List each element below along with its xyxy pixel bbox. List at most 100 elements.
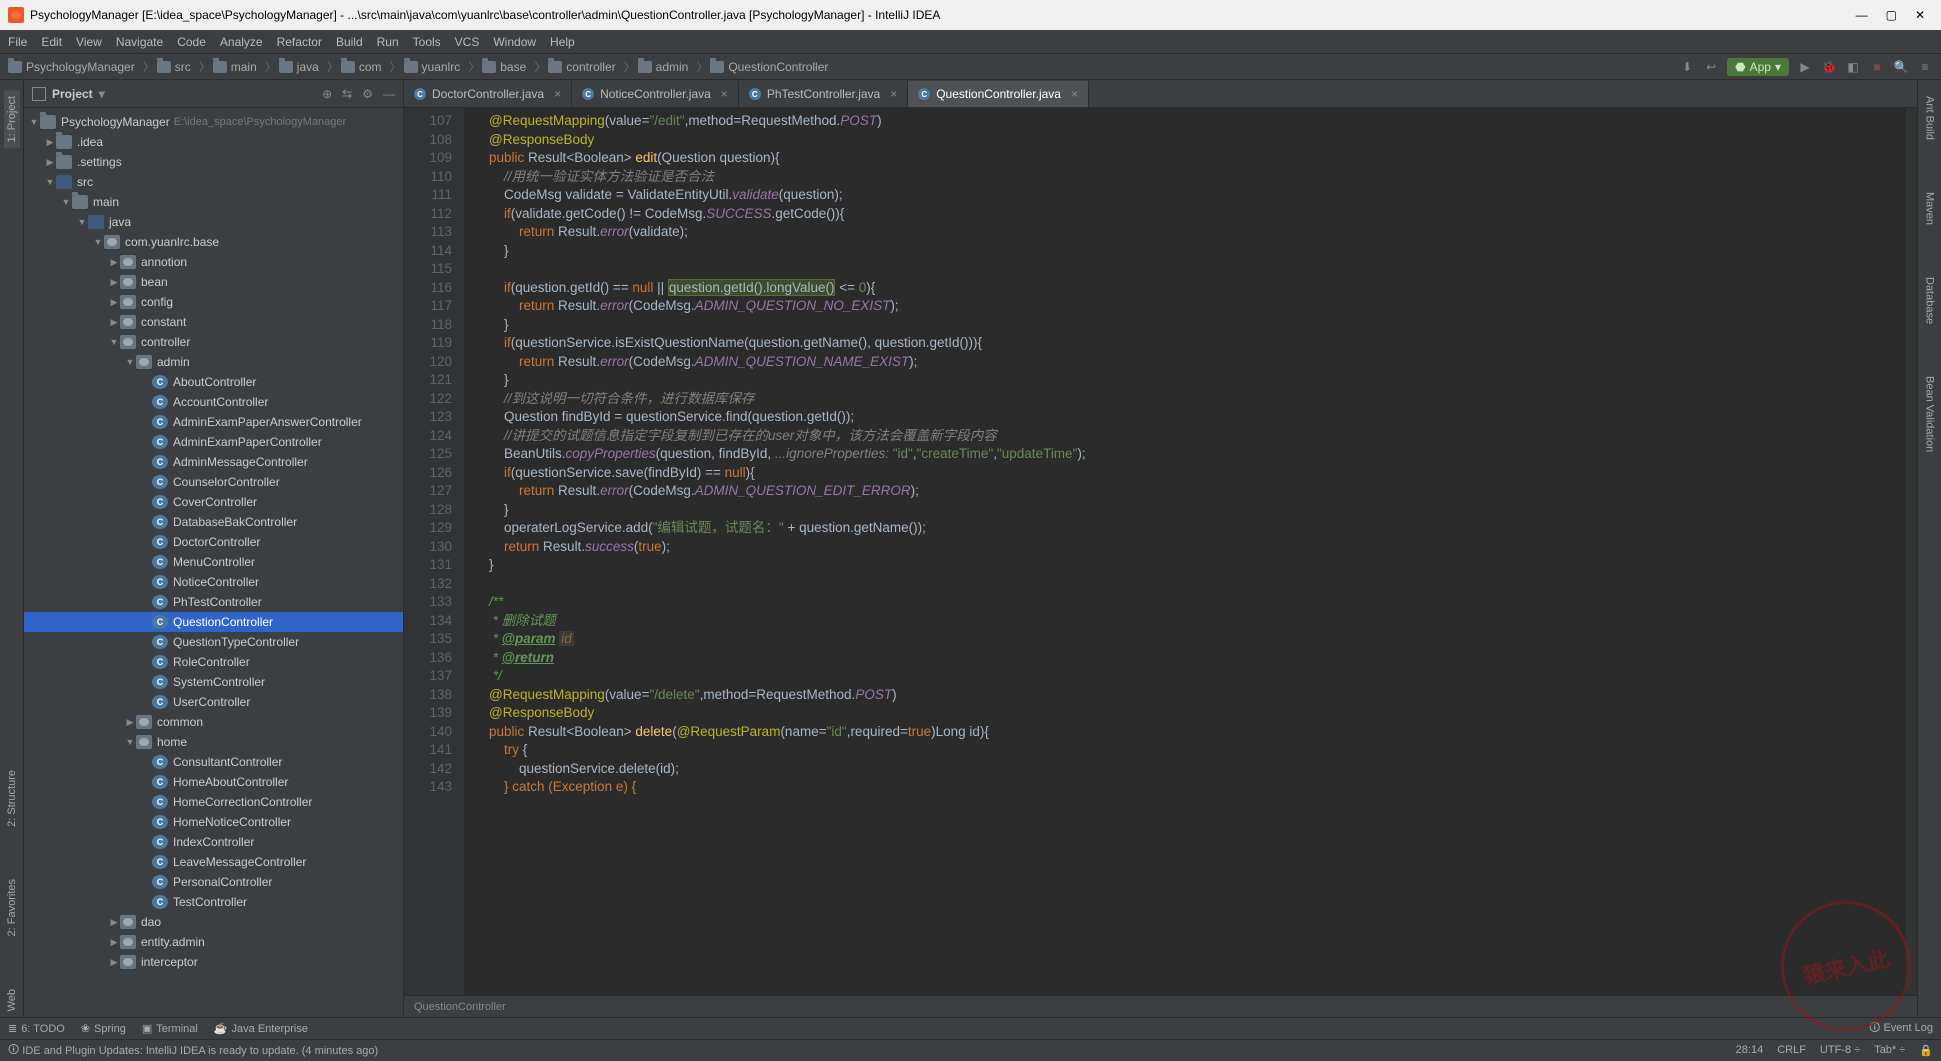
- maven-tool-tab[interactable]: Maven: [1922, 186, 1938, 231]
- tree-node[interactable]: ▼admin: [24, 352, 403, 372]
- close-tab-icon[interactable]: ×: [1071, 87, 1078, 101]
- tree-node[interactable]: CHomeNoticeController: [24, 812, 403, 832]
- tree-node[interactable]: CUserController: [24, 692, 403, 712]
- debug-icon[interactable]: 🐞: [1821, 59, 1837, 75]
- todo-tool-tab[interactable]: ≣ 6: TODO: [8, 1022, 65, 1035]
- code-editor[interactable]: 1071081091101111121131141151161171181191…: [404, 108, 1917, 995]
- breadcrumb-item[interactable]: java: [279, 60, 319, 74]
- breadcrumb-item[interactable]: PsychologyManager: [8, 60, 135, 74]
- tree-node[interactable]: CPersonalController: [24, 872, 403, 892]
- file-encoding[interactable]: UTF-8 ÷: [1820, 1044, 1860, 1057]
- code-body[interactable]: @RequestMapping(value="/edit",method=Req…: [464, 108, 1905, 995]
- caret-position[interactable]: 28:14: [1736, 1044, 1764, 1057]
- tree-node[interactable]: CNoticeController: [24, 572, 403, 592]
- breadcrumb-item[interactable]: src: [157, 60, 191, 74]
- project-tree[interactable]: ▼PsychologyManagerE:\idea_space\Psycholo…: [24, 108, 403, 1017]
- run-icon[interactable]: ▶: [1797, 59, 1813, 75]
- tree-node[interactable]: CMenuController: [24, 552, 403, 572]
- ant-tool-tab[interactable]: Ant Build: [1922, 90, 1938, 146]
- tree-node[interactable]: CLeaveMessageController: [24, 852, 403, 872]
- tree-node[interactable]: CQuestionController: [24, 612, 403, 632]
- close-tab-icon[interactable]: ×: [554, 87, 561, 101]
- minimize-button[interactable]: —: [1856, 8, 1868, 22]
- breadcrumb-item[interactable]: QuestionController: [710, 60, 828, 74]
- tree-node[interactable]: CTestController: [24, 892, 403, 912]
- search-icon[interactable]: 🔍: [1893, 59, 1909, 75]
- collapse-icon[interactable]: ⇆: [342, 87, 352, 101]
- spring-tool-tab[interactable]: ❀ Spring: [81, 1022, 126, 1035]
- editor-tab[interactable]: CQuestionController.java×: [908, 81, 1089, 107]
- breadcrumb-item[interactable]: base: [482, 60, 526, 74]
- web-tool-tab[interactable]: Web: [4, 983, 20, 1017]
- menu-view[interactable]: View: [76, 35, 102, 49]
- menu-tools[interactable]: Tools: [413, 35, 441, 49]
- tree-node[interactable]: CDatabaseBakController: [24, 512, 403, 532]
- menu-help[interactable]: Help: [550, 35, 575, 49]
- tree-node[interactable]: ▶config: [24, 292, 403, 312]
- database-tool-tab[interactable]: Database: [1922, 271, 1938, 330]
- tree-node[interactable]: CCoverController: [24, 492, 403, 512]
- menu-window[interactable]: Window: [493, 35, 536, 49]
- menu-edit[interactable]: Edit: [41, 35, 62, 49]
- tree-node[interactable]: CAdminExamPaperController: [24, 432, 403, 452]
- breadcrumb-item[interactable]: controller: [548, 60, 615, 74]
- menu-run[interactable]: Run: [377, 35, 399, 49]
- settings-icon[interactable]: ≡: [1917, 59, 1933, 75]
- editor-tab[interactable]: CNoticeController.java×: [572, 81, 739, 107]
- tree-node[interactable]: CIndexController: [24, 832, 403, 852]
- tree-node[interactable]: ▶constant: [24, 312, 403, 332]
- tree-node[interactable]: ▶common: [24, 712, 403, 732]
- java-ee-tool-tab[interactable]: ☕ Java Enterprise: [214, 1022, 308, 1035]
- tree-node[interactable]: CHomeCorrectionController: [24, 792, 403, 812]
- editor-tab[interactable]: CDoctorController.java×: [404, 81, 572, 107]
- tree-node[interactable]: CAccountController: [24, 392, 403, 412]
- tree-node[interactable]: ▼com.yuanlrc.base: [24, 232, 403, 252]
- tree-node[interactable]: ▼main: [24, 192, 403, 212]
- breadcrumb-item[interactable]: admin: [638, 60, 689, 74]
- line-separator[interactable]: CRLF: [1777, 1044, 1806, 1057]
- tree-node[interactable]: ▼home: [24, 732, 403, 752]
- tree-node[interactable]: ▶.settings: [24, 152, 403, 172]
- coverage-icon[interactable]: ◧: [1845, 59, 1861, 75]
- editor-breadcrumb[interactable]: QuestionController: [404, 995, 1917, 1017]
- tree-node[interactable]: ▼java: [24, 212, 403, 232]
- close-button[interactable]: ✕: [1915, 8, 1925, 22]
- status-message[interactable]: IDE and Plugin Updates: IntelliJ IDEA is…: [22, 1045, 378, 1057]
- locate-icon[interactable]: ⊕: [322, 87, 332, 101]
- menu-code[interactable]: Code: [177, 35, 206, 49]
- tree-node[interactable]: ▼PsychologyManagerE:\idea_space\Psycholo…: [24, 112, 403, 132]
- close-tab-icon[interactable]: ×: [890, 87, 897, 101]
- project-tool-tab[interactable]: 1: Project: [4, 90, 20, 148]
- tree-node[interactable]: ▶.idea: [24, 132, 403, 152]
- tree-node[interactable]: CDoctorController: [24, 532, 403, 552]
- menu-analyze[interactable]: Analyze: [220, 35, 263, 49]
- menu-refactor[interactable]: Refactor: [277, 35, 322, 49]
- tree-node[interactable]: ▶bean: [24, 272, 403, 292]
- error-stripe[interactable]: [1905, 108, 1917, 995]
- tree-node[interactable]: CAdminExamPaperAnswerController: [24, 412, 403, 432]
- favorites-tool-tab[interactable]: 2: Favorites: [4, 873, 20, 942]
- tree-node[interactable]: ▶annotion: [24, 252, 403, 272]
- event-log-tab[interactable]: 🛈 Event Log: [1869, 1019, 1933, 1038]
- structure-tool-tab[interactable]: 2: Structure: [4, 764, 20, 833]
- indent-info[interactable]: Tab* ÷: [1874, 1044, 1905, 1057]
- tree-node[interactable]: CRoleController: [24, 652, 403, 672]
- tree-node[interactable]: CPhTestController: [24, 592, 403, 612]
- gear-icon[interactable]: ⚙: [362, 87, 373, 101]
- menu-build[interactable]: Build: [336, 35, 363, 49]
- tree-node[interactable]: ▶entity.admin: [24, 932, 403, 952]
- breadcrumb[interactable]: PsychologyManager〉src〉main〉java〉com〉yuan…: [8, 58, 834, 75]
- tree-node[interactable]: ▶interceptor: [24, 952, 403, 972]
- tree-node[interactable]: CSystemController: [24, 672, 403, 692]
- breadcrumb-item[interactable]: main: [213, 60, 257, 74]
- menu-file[interactable]: File: [8, 35, 27, 49]
- bean-validation-tool-tab[interactable]: Bean Validation: [1922, 370, 1938, 458]
- tree-node[interactable]: CAboutController: [24, 372, 403, 392]
- menu-vcs[interactable]: VCS: [455, 35, 480, 49]
- menu-navigate[interactable]: Navigate: [116, 35, 163, 49]
- tree-node[interactable]: ▼src: [24, 172, 403, 192]
- close-tab-icon[interactable]: ×: [721, 87, 728, 101]
- tree-node[interactable]: CQuestionTypeController: [24, 632, 403, 652]
- stop-icon[interactable]: ■: [1869, 59, 1885, 75]
- status-info-icon[interactable]: 🛈: [8, 1041, 19, 1060]
